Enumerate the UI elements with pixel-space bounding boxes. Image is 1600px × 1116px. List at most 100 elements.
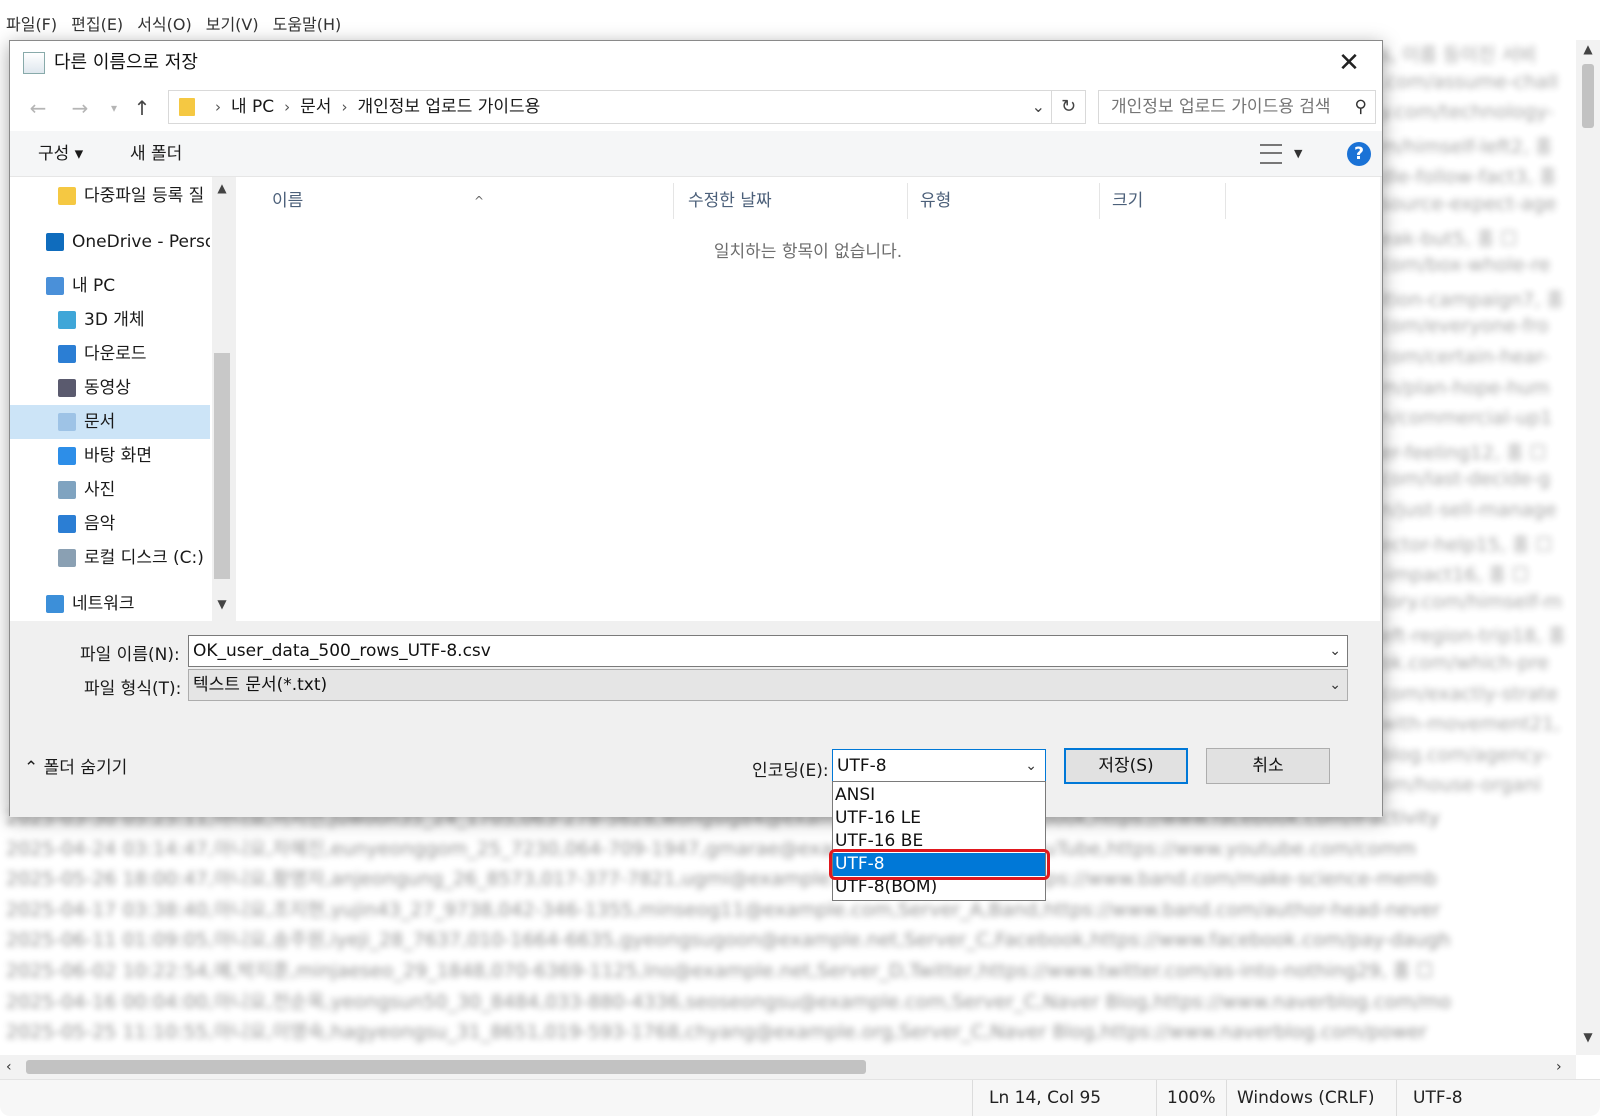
nav-item[interactable]: 3D 개체 (10, 303, 210, 337)
encoding-select[interactable]: UTF-8 ⌄ (832, 749, 1046, 783)
nav-item[interactable]: 내 PC (10, 269, 210, 303)
recent-locations-chevron-icon[interactable]: ▾ (100, 93, 128, 123)
navigation-pane-scrollbar[interactable]: ▲ ▼ (212, 177, 232, 621)
text-line: com/certain-hear- (1380, 346, 1550, 368)
column-header-name[interactable]: 이름 ^ (260, 183, 674, 219)
horizontal-scrollbar[interactable]: ‹ › (0, 1055, 1576, 1079)
chevron-down-icon[interactable]: ⌄ (1032, 91, 1045, 123)
menu-edit[interactable]: 편집(E) (71, 10, 123, 40)
nav-item-label: 로컬 디스크 (C:) (84, 548, 204, 568)
text-line: with-movement21, (1380, 713, 1561, 736)
filename-input[interactable] (189, 636, 1309, 666)
menu-help[interactable]: 도움말(H) (273, 10, 342, 40)
menu-file[interactable]: 파일(F) (6, 10, 57, 40)
status-cursor-position: Ln 14, Col 95 (972, 1080, 1156, 1116)
column-header-size[interactable]: 크기 (1100, 183, 1226, 219)
chevron-down-icon[interactable]: ▼ (1294, 131, 1302, 177)
text-line: ition-campaign7, 홍 (1380, 288, 1564, 311)
search-box[interactable]: ⚲ (1098, 90, 1376, 124)
scroll-right-icon[interactable]: › (1556, 1055, 1562, 1079)
nav-item-label: 동영상 (84, 378, 131, 398)
help-button[interactable]: ? (1347, 142, 1371, 166)
encoding-value: UTF-8 (837, 756, 887, 776)
text-line: ok.com/which-pre (1380, 652, 1549, 674)
new-folder-button[interactable]: 새 폴더 (130, 131, 182, 177)
nav-item[interactable]: 사진 (10, 473, 210, 507)
text-line: er-feeling12, 홍 ☐ (1380, 441, 1547, 464)
menu-bar: 파일(F) 편집(E) 서식(O) 보기(V) 도움말(H) (0, 10, 341, 40)
text-line: m/plan-hope-hum (1380, 376, 1550, 399)
folder-icon (58, 187, 76, 205)
text-line: 2025-06-02 10:22:54,예,박지훈,minjaeseo_29_1… (6, 960, 1434, 982)
back-arrow-icon[interactable]: ← (24, 93, 52, 123)
nav-item[interactable]: 다운로드 (10, 337, 210, 371)
search-icon[interactable]: ⚲ (1355, 91, 1367, 123)
nav-item[interactable]: 로컬 디스크 (C:) (10, 541, 210, 575)
breadcrumb-item[interactable]: 개인정보 업로드 가이드용 (357, 97, 540, 117)
nav-item[interactable]: 네트워크 (10, 587, 210, 621)
nav-item[interactable]: OneDrive - Personal (10, 225, 210, 259)
pc-icon (46, 277, 64, 295)
filename-combobox[interactable]: ⌄ (188, 635, 1348, 667)
breadcrumb-item[interactable]: 문서 (300, 97, 331, 117)
organize-button[interactable]: 구성 ▾ (38, 131, 83, 177)
text-line: 2025-04-16 00:04:00,아니요,전순옥,yeongsun50_3… (6, 990, 1452, 1013)
encoding-option[interactable]: ANSI (833, 784, 1045, 807)
text-line: 2025-04-24 03:14:47,아니요,차혜진,eunyeonggom_… (6, 837, 1417, 860)
encoding-option[interactable]: UTF-16 LE (833, 807, 1045, 830)
menu-format[interactable]: 서식(O) (137, 10, 192, 40)
close-icon[interactable]: ✕ (1334, 48, 1364, 78)
text-line: 2025-04-17 03:38:40,아니요,조지현,yujin43_27_9… (6, 898, 1441, 921)
nav-item[interactable]: 다중파일 등록 질 (10, 179, 210, 213)
nav-item[interactable]: 바탕 화면 (10, 439, 210, 473)
notepad-icon (23, 52, 45, 74)
text-line: s, 이름 등이진 서비 (1380, 44, 1537, 66)
forward-arrow-icon[interactable]: → (66, 93, 94, 123)
navigation-scroll-thumb[interactable] (214, 353, 230, 579)
nav-item[interactable]: 동영상 (10, 371, 210, 405)
vertical-scroll-thumb[interactable] (1582, 64, 1594, 128)
video-icon (58, 379, 76, 397)
menu-view[interactable]: 보기(V) (206, 10, 259, 40)
status-line-ending: Windows (CRLF) (1226, 1080, 1388, 1116)
scroll-left-icon[interactable]: ‹ (6, 1055, 12, 1079)
nav-item[interactable]: 음악 (10, 507, 210, 541)
hide-folders-button[interactable]: ⌃ 폴더 숨기기 (24, 751, 127, 785)
onedrive-icon (46, 233, 64, 251)
chevron-down-icon[interactable]: ⌄ (1329, 670, 1341, 700)
search-input[interactable] (1099, 91, 1339, 123)
cancel-button[interactable]: 취소 (1206, 748, 1330, 784)
address-bar[interactable]: › 내 PC › 문서 › 개인정보 업로드 가이드용 ⌄ (168, 90, 1052, 124)
folder-icon (179, 98, 195, 116)
3d-objects-icon (58, 311, 76, 329)
text-line: tory.com/himself-m (1380, 590, 1563, 613)
nav-item[interactable]: 문서 (10, 405, 210, 439)
text-line: ector-help15, 홍 ☐ (1380, 533, 1553, 556)
scroll-down-icon[interactable]: ▼ (1576, 1030, 1600, 1044)
view-options-icon[interactable] (1260, 144, 1282, 164)
scroll-up-icon[interactable]: ▲ (1576, 42, 1600, 56)
text-line: y.com/technology- (1380, 101, 1554, 124)
horizontal-scroll-thumb[interactable] (26, 1060, 866, 1074)
column-header-type[interactable]: 유형 (908, 183, 1100, 219)
text-line: 2025-05-25 11:10:55,아니요,이영숙,hagyeongsu_3… (6, 1021, 1427, 1044)
desktop-icon (58, 447, 76, 465)
chevron-down-icon[interactable]: ⌄ (1025, 750, 1037, 782)
breadcrumb: › 내 PC › 문서 › 개인정보 업로드 가이드용 (215, 97, 541, 117)
filetype-select[interactable]: 텍스트 문서(*.txt) ⌄ (188, 669, 1348, 701)
scroll-down-icon[interactable]: ▼ (212, 597, 232, 611)
text-line: n/commercial-up1 (1380, 407, 1553, 430)
breadcrumb-item[interactable]: 내 PC (231, 97, 274, 117)
nav-item-label: 내 PC (72, 276, 116, 296)
nav-item-label: 3D 개체 (84, 310, 145, 330)
status-zoom: 100% (1156, 1080, 1226, 1116)
save-button[interactable]: 저장(S) (1064, 748, 1188, 784)
scroll-up-icon[interactable]: ▲ (212, 181, 232, 195)
chevron-down-icon[interactable]: ⌄ (1329, 636, 1341, 666)
refresh-icon[interactable]: ↻ (1052, 90, 1086, 124)
file-list-pane[interactable]: 이름 ^ 수정한 날짜 유형 크기 일치하는 항목이 없습니다. (236, 177, 1380, 621)
vertical-scrollbar[interactable]: ▲ ▼ (1576, 40, 1600, 1055)
empty-folder-message: 일치하는 항목이 없습니다. (713, 242, 903, 262)
up-arrow-icon[interactable]: ↑ (128, 93, 156, 123)
column-header-modified[interactable]: 수정한 날짜 (676, 183, 908, 219)
